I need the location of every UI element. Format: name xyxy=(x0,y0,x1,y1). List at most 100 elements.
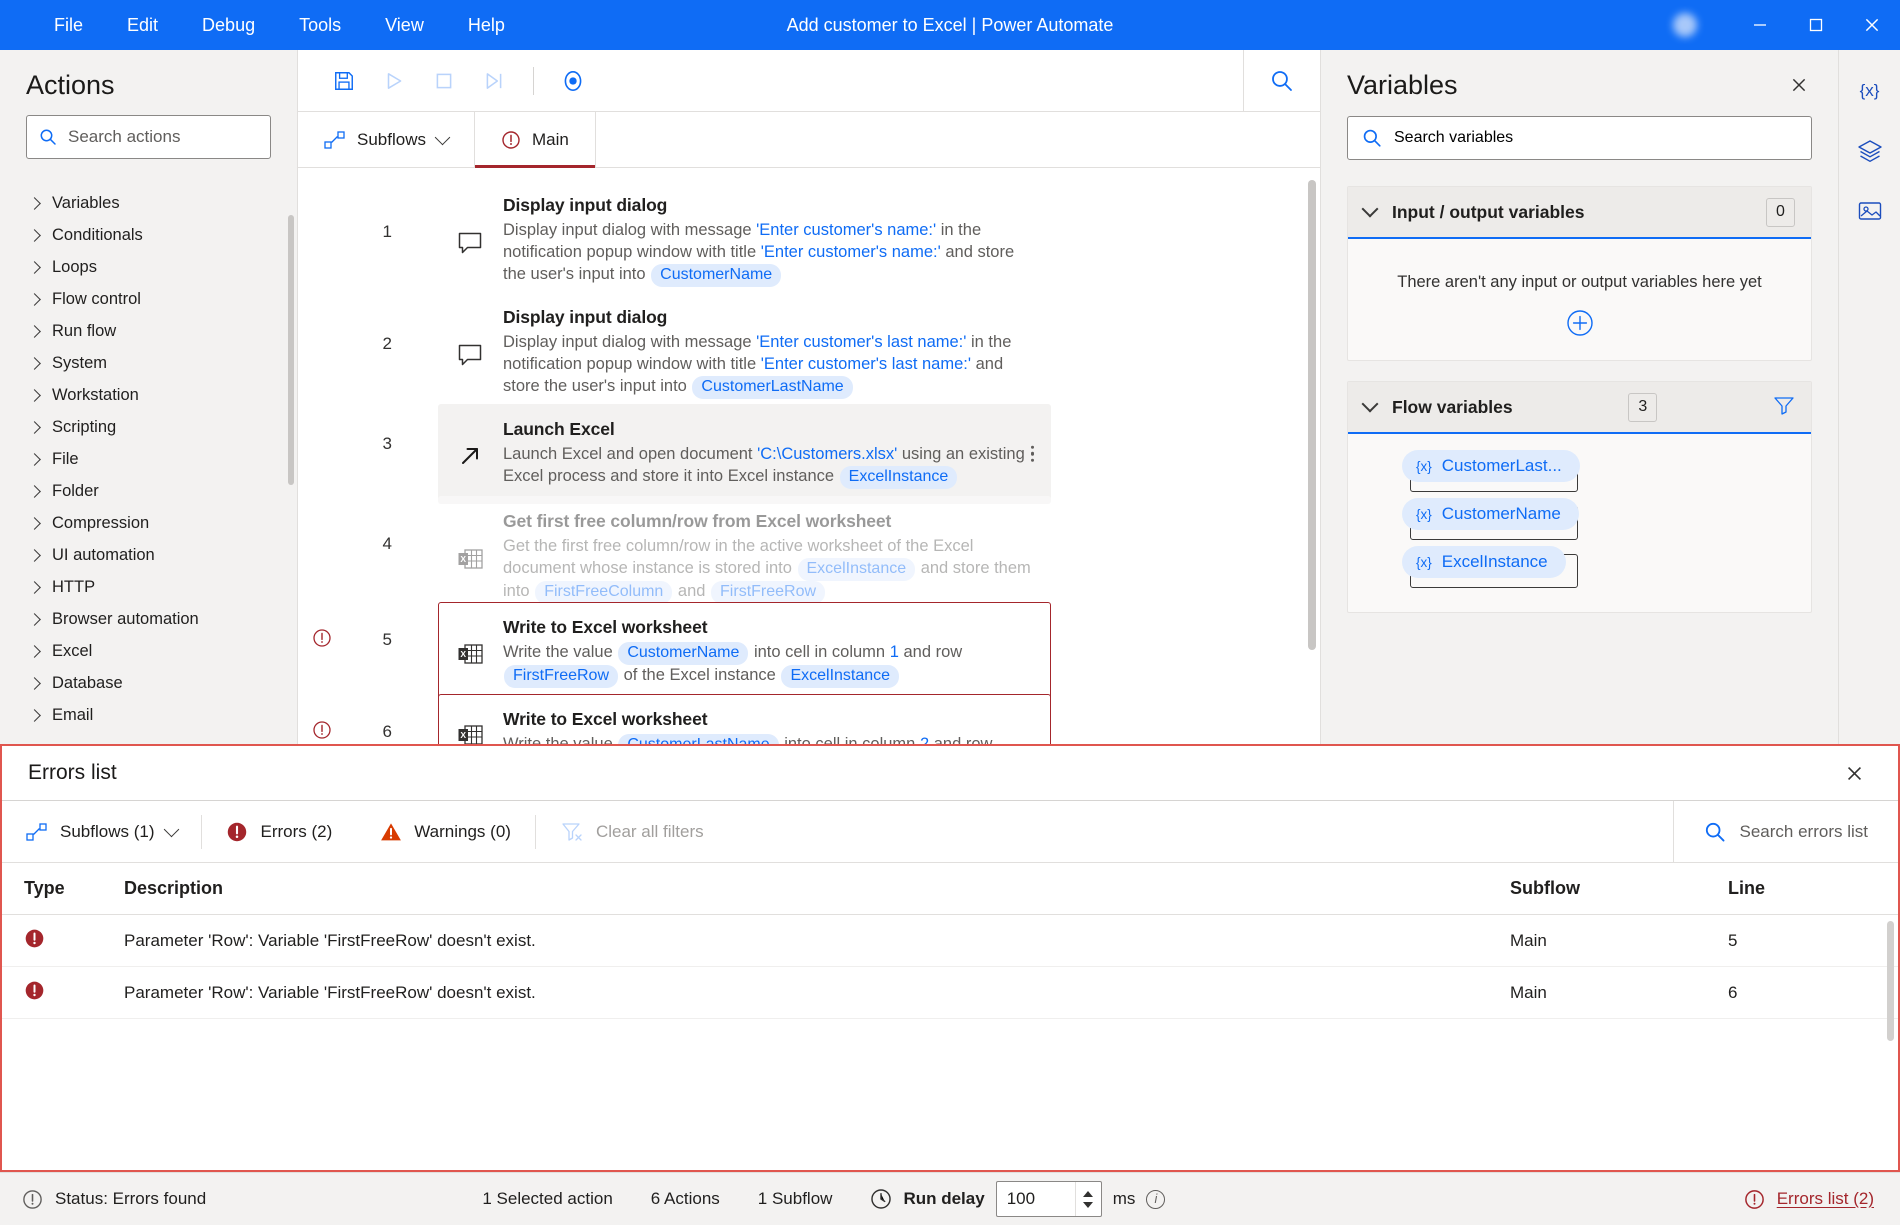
errors-list-status-button[interactable]: Errors list (2) xyxy=(1718,1173,1900,1225)
maximize-button[interactable] xyxy=(1788,0,1844,50)
actions-group-excel[interactable]: Excel xyxy=(0,635,297,667)
flow-variable-name: CustomerName xyxy=(1442,504,1561,524)
filter-subflows[interactable]: Subflows (1) xyxy=(2,801,201,862)
flow-step-description: Write the value CustomerName into cell i… xyxy=(503,642,1032,688)
flow-step-card[interactable]: XWrite to Excel worksheetWrite the value… xyxy=(438,602,1051,703)
flow-step-card[interactable]: Display input dialogDisplay input dialog… xyxy=(438,180,1051,302)
avatar xyxy=(1673,13,1697,37)
chevron-right-icon xyxy=(28,677,41,690)
flow-step-description: Launch Excel and open document 'C:\Custo… xyxy=(503,444,1032,489)
menu-edit[interactable]: Edit xyxy=(125,11,160,40)
run-delay-group: Run delay ms i xyxy=(870,1181,1165,1217)
errors-table-row[interactable]: Parameter 'Row': Variable 'FirstFreeRow'… xyxy=(2,915,1898,967)
actions-group-label: Variables xyxy=(52,194,120,213)
run-button[interactable] xyxy=(372,61,416,101)
filter-variables-button[interactable] xyxy=(1773,395,1795,420)
chevron-right-icon xyxy=(28,389,41,402)
flow-step-row: 4XGet first free column/row from Excel w… xyxy=(298,496,1320,619)
flow-step-description: Display input dialog with message 'Enter… xyxy=(503,220,1032,287)
actions-group-file[interactable]: File xyxy=(0,443,297,475)
menu-view[interactable]: View xyxy=(383,11,426,40)
designer-search-button[interactable] xyxy=(1244,69,1320,93)
flow-step-title: Write to Excel worksheet xyxy=(503,617,1032,638)
filter-errors[interactable]: Errors (2) xyxy=(202,801,356,862)
errors-table-row[interactable]: Parameter 'Row': Variable 'FirstFreeRow'… xyxy=(2,967,1898,1019)
save-button[interactable] xyxy=(322,61,366,101)
chevron-right-icon xyxy=(28,549,41,562)
flow-step-card[interactable]: Launch ExcelLaunch Excel and open docume… xyxy=(438,404,1051,504)
tab-main[interactable]: Main xyxy=(475,112,596,167)
errors-scrollbar[interactable] xyxy=(1887,921,1894,1041)
chevron-right-icon xyxy=(28,357,41,370)
actions-group-ui-automation[interactable]: UI automation xyxy=(0,539,297,571)
flow-variable-pill[interactable]: {x}CustomerName xyxy=(1402,498,1579,530)
flow-variables-header[interactable]: Flow variables 3 xyxy=(1348,382,1811,434)
search-variables-placeholder: Search variables xyxy=(1394,129,1513,147)
tab-subflows[interactable]: Subflows xyxy=(298,112,475,167)
status-indicator: Status: Errors found xyxy=(0,1189,206,1210)
plus-circle-icon xyxy=(1565,308,1595,338)
error-row-subflow: Main xyxy=(1510,931,1728,951)
flow-step-card[interactable]: Display input dialogDisplay input dialog… xyxy=(438,292,1051,414)
flow-step-body: Get first free column/row from Excel wor… xyxy=(503,511,1032,604)
error-row-description: Parameter 'Row': Variable 'FirstFreeRow'… xyxy=(102,983,1510,1003)
chevron-down-icon[interactable] xyxy=(1083,1202,1093,1208)
menu-tools[interactable]: Tools xyxy=(297,11,343,40)
stepper-arrows[interactable] xyxy=(1075,1182,1101,1216)
actions-group-label: Workstation xyxy=(52,386,139,405)
flow-variable-pill[interactable]: {x}CustomerLast... xyxy=(1402,450,1580,482)
close-variables-button[interactable] xyxy=(1782,68,1816,102)
actions-group-email[interactable]: Email xyxy=(0,699,297,731)
record-button[interactable] xyxy=(551,61,595,101)
minimize-button[interactable] xyxy=(1732,0,1788,50)
actions-group-browser-automation[interactable]: Browser automation xyxy=(0,603,297,635)
actions-group-label: Run flow xyxy=(52,322,116,341)
step-more-options-button[interactable] xyxy=(1031,446,1035,463)
error-icon xyxy=(24,980,45,1001)
add-variable-button[interactable] xyxy=(1565,308,1595,338)
close-errors-list-button[interactable] xyxy=(1836,755,1872,791)
actions-group-variables[interactable]: Variables xyxy=(0,187,297,219)
rail-variables-button[interactable]: {x} xyxy=(1847,68,1893,114)
flow-step-card[interactable]: XGet first free column/row from Excel wo… xyxy=(438,496,1051,619)
flow-variable-pill[interactable]: {x}ExcelInstance xyxy=(1402,546,1566,578)
chevron-up-icon[interactable] xyxy=(1083,1191,1093,1197)
actions-group-compression[interactable]: Compression xyxy=(0,507,297,539)
account-chip[interactable] xyxy=(1673,13,1706,37)
menu-file[interactable]: File xyxy=(52,11,85,40)
actions-group-http[interactable]: HTTP xyxy=(0,571,297,603)
actions-scrollbar[interactable] xyxy=(288,215,294,485)
search-errors-input[interactable]: Search errors list xyxy=(1673,801,1898,862)
actions-group-flow-control[interactable]: Flow control xyxy=(0,283,297,315)
clear-all-filters-button[interactable]: Clear all filters xyxy=(536,801,728,862)
input-output-empty-state: There aren't any input or output variabl… xyxy=(1348,239,1811,360)
clear-all-filters-label: Clear all filters xyxy=(596,822,704,842)
actions-group-workstation[interactable]: Workstation xyxy=(0,379,297,411)
search-errors-placeholder: Search errors list xyxy=(1740,822,1868,842)
actions-group-conditionals[interactable]: Conditionals xyxy=(0,219,297,251)
run-delay-input[interactable] xyxy=(997,1182,1075,1216)
canvas-scrollbar[interactable] xyxy=(1308,180,1316,650)
actions-group-database[interactable]: Database xyxy=(0,667,297,699)
rail-images-button[interactable] xyxy=(1847,188,1893,234)
run-next-action-button[interactable] xyxy=(472,61,516,101)
filter-subflows-label: Subflows (1) xyxy=(60,822,154,842)
info-icon[interactable]: i xyxy=(1146,1190,1165,1209)
actions-group-scripting[interactable]: Scripting xyxy=(0,411,297,443)
close-button[interactable] xyxy=(1844,0,1900,50)
actions-group-loops[interactable]: Loops xyxy=(0,251,297,283)
menu-debug[interactable]: Debug xyxy=(200,11,257,40)
input-output-variables-header[interactable]: Input / output variables 0 xyxy=(1348,187,1811,239)
stop-button[interactable] xyxy=(422,61,466,101)
run-delay-stepper[interactable] xyxy=(996,1181,1102,1217)
filter-warnings[interactable]: Warnings (0) xyxy=(356,801,535,862)
actions-group-system[interactable]: System xyxy=(0,347,297,379)
search-actions-input[interactable]: Search actions xyxy=(26,115,271,159)
actions-group-run-flow[interactable]: Run flow xyxy=(0,315,297,347)
menu-help[interactable]: Help xyxy=(466,11,507,40)
chevron-right-icon xyxy=(28,581,41,594)
actions-group-folder[interactable]: Folder xyxy=(0,475,297,507)
search-variables-input[interactable]: Search variables xyxy=(1347,116,1812,160)
flow-variable-name: CustomerLast... xyxy=(1442,456,1562,476)
rail-ui-elements-button[interactable] xyxy=(1847,128,1893,174)
